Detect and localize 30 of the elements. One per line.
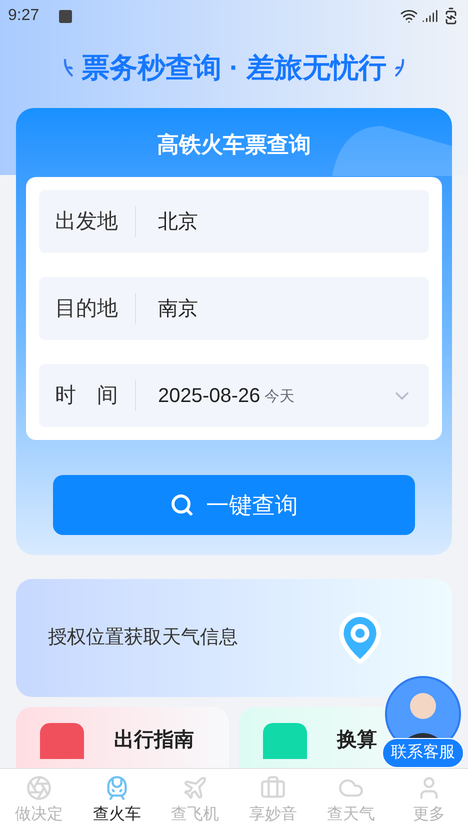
field-label: 出发地 <box>39 206 136 238</box>
feature-title: 出行指南 <box>114 728 194 753</box>
field-value: 南京 <box>157 296 198 322</box>
tab-icon <box>26 774 52 800</box>
contact-support-button[interactable]: 联系客服 <box>382 738 464 768</box>
status-time: 9:27 <box>8 6 40 26</box>
laurel-icon <box>394 57 406 79</box>
card-title: 高铁火车票查询 <box>157 131 311 159</box>
form-field[interactable]: 出发地 北京 <box>39 190 429 253</box>
search-button[interactable]: 一键查询 <box>53 475 415 535</box>
signal-icon <box>422 8 438 24</box>
support-agent-avatar[interactable] <box>385 676 461 738</box>
banner-title: 票务秒查询 · 差旅无忧行 <box>82 51 386 85</box>
weather-text: 授权位置获取天气信息 <box>48 626 238 650</box>
form-field[interactable]: 时 间 2025-08-26 今天 <box>39 364 429 427</box>
tab-item[interactable]: 查火车 <box>78 769 156 832</box>
tab-icon <box>260 774 286 800</box>
form-field[interactable]: 目的地 南京 <box>39 277 429 340</box>
field-value: 2025-08-26 <box>157 384 260 408</box>
search-icon <box>170 493 194 517</box>
feature-title: 换算 <box>337 728 377 753</box>
weather-card[interactable]: 授权位置获取天气信息 <box>16 579 452 697</box>
laurel-icon <box>62 57 74 79</box>
field-label: 时 间 <box>39 380 136 412</box>
field-label: 目的地 <box>39 292 136 324</box>
date-hint: 今天 <box>264 387 294 408</box>
field-value: 北京 <box>157 210 198 234</box>
wifi-icon <box>400 7 418 25</box>
feature-card[interactable]: 出行指南 <box>16 707 229 768</box>
tab-icon <box>182 774 208 800</box>
